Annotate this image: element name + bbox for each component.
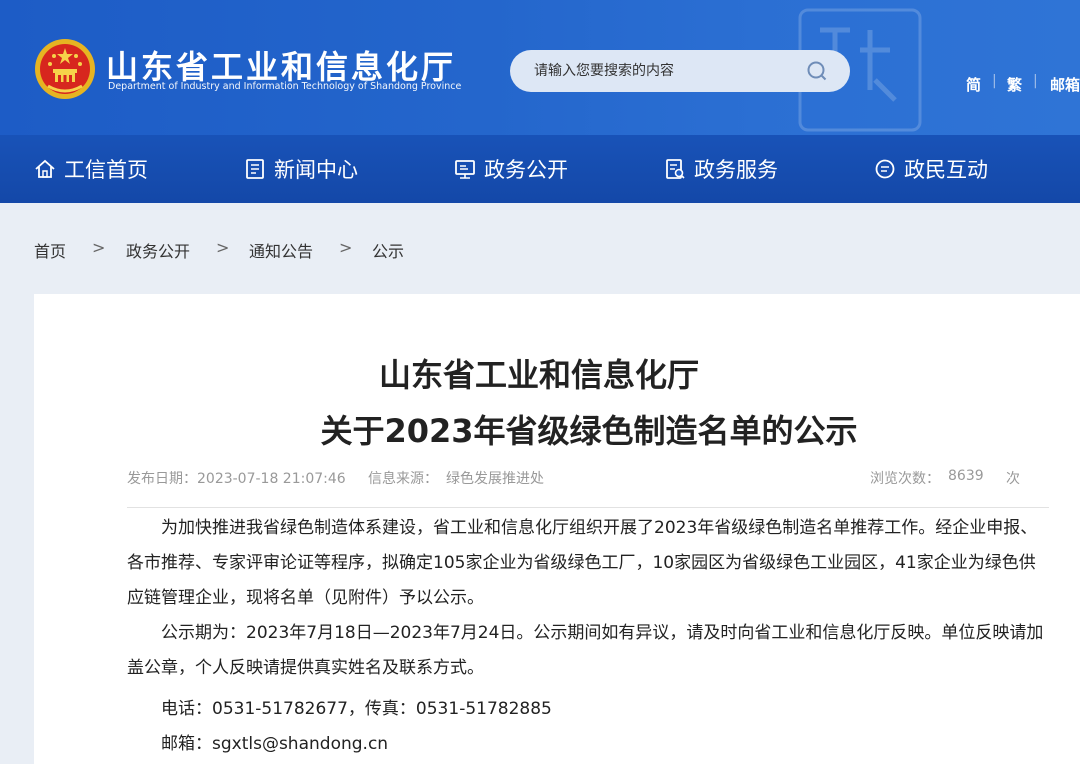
search-box bbox=[510, 50, 850, 92]
article-title-line1: 山东省工业和信息化厅 bbox=[378, 356, 699, 394]
breadcrumb-separator: > bbox=[339, 238, 353, 257]
site-header: 山东省工业和信息化厅 Department of Industry and In… bbox=[0, 0, 1080, 203]
breadcrumb-notices[interactable]: 通知公告 bbox=[249, 238, 313, 262]
home-icon bbox=[35, 159, 55, 178]
lang-separator: | bbox=[1033, 73, 1038, 89]
nav-label: 新闻中心 bbox=[274, 158, 358, 182]
contact-email: 邮箱：sgxtls@shandong.cn bbox=[161, 734, 389, 754]
meta-divider bbox=[127, 507, 1049, 508]
body-paragraph-2: 公示期为：2023年7月18日—2023年7月24日。公示期间如有异议，请及时向… bbox=[127, 623, 1044, 678]
source-label: 信息来源： bbox=[368, 471, 438, 487]
nav-item-news[interactable]: 新闻中心 bbox=[244, 135, 358, 203]
national-emblem-icon bbox=[35, 39, 95, 99]
traditional-chinese-link[interactable]: 繁 bbox=[1007, 74, 1022, 95]
main-nav: 工信首页 新闻中心 政务公开 政务服务 政民互动 bbox=[0, 135, 1080, 203]
service-icon bbox=[666, 159, 685, 179]
source-value: 绿色发展推进处 bbox=[446, 471, 544, 487]
lang-separator: | bbox=[992, 73, 997, 89]
news-icon bbox=[246, 159, 264, 179]
chat-icon bbox=[875, 159, 895, 179]
nav-item-gov-affairs[interactable]: 政务公开 bbox=[454, 135, 568, 203]
breadcrumb-current: 公示 bbox=[372, 242, 405, 261]
nav-item-gov-service[interactable]: 政务服务 bbox=[664, 135, 778, 203]
search-icon[interactable] bbox=[806, 60, 828, 82]
site-subtitle: Department of Industry and Information T… bbox=[108, 81, 462, 92]
nav-label: 政务服务 bbox=[694, 158, 778, 182]
article-panel: 山东省工业和信息化厅 关于2023年省级绿色制造名单的公示 发布日期：2023-… bbox=[34, 294, 1080, 764]
publish-date: 发布日期：2023-07-18 21:07:46 bbox=[127, 471, 346, 487]
breadcrumb-gov-affairs[interactable]: 政务公开 bbox=[126, 238, 190, 262]
contact-phone: 电话：0531-51782677，传真：0531-51782885 bbox=[161, 699, 552, 719]
views-label: 浏览次数： bbox=[870, 471, 940, 487]
breadcrumb-separator: > bbox=[92, 238, 106, 257]
simplified-chinese-link[interactable]: 简 bbox=[966, 74, 981, 95]
nav-label: 工信首页 bbox=[64, 158, 148, 182]
search-input[interactable] bbox=[534, 61, 794, 81]
nav-item-interaction[interactable]: 政民互动 bbox=[874, 135, 988, 203]
nav-item-home[interactable]: 工信首页 bbox=[34, 135, 148, 203]
article-title-line2: 关于2023年省级绿色制造名单的公示 bbox=[320, 412, 858, 450]
monitor-icon bbox=[455, 160, 475, 179]
breadcrumb-home[interactable]: 首页 bbox=[34, 238, 66, 262]
views-unit: 次 bbox=[1006, 471, 1020, 487]
nav-label: 政民互动 bbox=[904, 158, 988, 182]
mail-link[interactable]: 邮箱 bbox=[1050, 74, 1080, 95]
views-count: 8639 bbox=[948, 468, 984, 484]
breadcrumb-separator: > bbox=[216, 238, 230, 257]
nav-label: 政务公开 bbox=[484, 158, 568, 182]
body-paragraph-1: 为加快推进我省绿色制造体系建设，省工业和信息化厅组织开展了2023年省级绿色制造… bbox=[127, 518, 1038, 608]
